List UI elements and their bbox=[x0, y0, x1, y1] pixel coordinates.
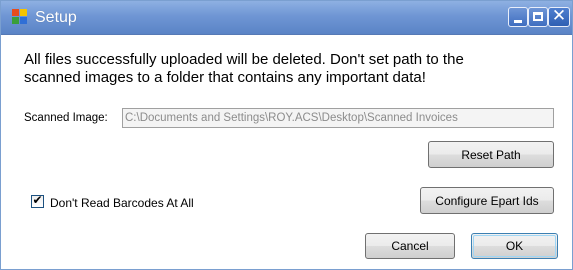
scanned-image-label: Scanned Image: bbox=[24, 112, 108, 124]
window-title: Setup bbox=[35, 9, 77, 26]
dont-read-barcodes-checkbox[interactable]: ✔ bbox=[31, 193, 44, 208]
title-bar[interactable]: Setup ✕ bbox=[1, 1, 572, 35]
reset-path-button[interactable]: Reset Path bbox=[428, 141, 554, 168]
close-button[interactable]: ✕ bbox=[548, 7, 570, 27]
minimize-icon bbox=[514, 20, 522, 23]
ok-button[interactable]: OK bbox=[471, 233, 558, 259]
cancel-button[interactable]: Cancel bbox=[365, 233, 455, 259]
maximize-button[interactable] bbox=[528, 7, 548, 27]
scanned-image-path-input[interactable] bbox=[122, 108, 554, 128]
warning-message: All files successfully uploaded will be … bbox=[24, 51, 464, 86]
dont-read-barcodes-label[interactable]: Don't Read Barcodes At All bbox=[50, 196, 194, 210]
app-window-icon bbox=[12, 9, 28, 25]
close-icon: ✕ bbox=[551, 6, 567, 26]
ok-button-label: OK bbox=[505, 239, 524, 253]
checkmark-icon: ✔ bbox=[32, 193, 43, 207]
setup-dialog: Setup ✕ All files successfully uploaded … bbox=[0, 0, 573, 270]
minimize-button[interactable] bbox=[508, 7, 528, 27]
configure-epart-ids-button[interactable]: Configure Epart Ids bbox=[420, 187, 554, 214]
maximize-icon bbox=[533, 12, 543, 21]
